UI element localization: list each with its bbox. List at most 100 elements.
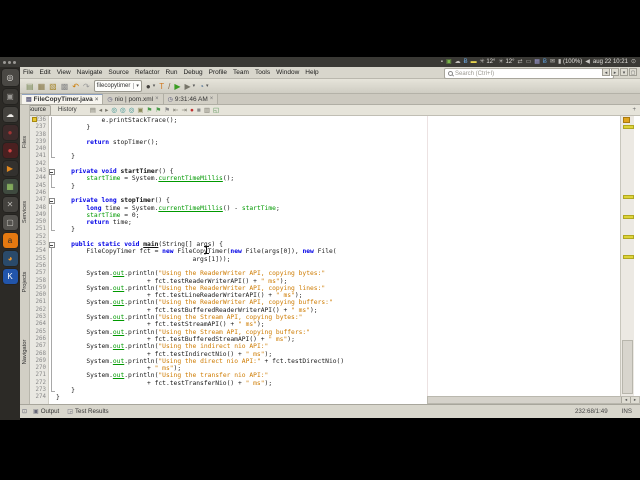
code-line-243[interactable]: 243 private void startTimer() { [30,168,590,176]
code-line-269[interactable]: 269 System.out.println("Using the direct… [30,357,590,366]
toggle-highlight-search-button[interactable]: ▣ [137,106,143,115]
indicator-status-yellow[interactable]: ▬ [471,57,477,67]
indicator-app[interactable]: ▪ [441,57,443,67]
find-next-occurrence-button[interactable]: ◎ [129,106,135,115]
window-tab-test-results[interactable]: ◲ Test Results [63,408,112,415]
launcher-icon-system-tools[interactable]: ✕ [2,197,18,212]
code-line-252[interactable]: 252 [30,233,590,242]
window-tab-output[interactable]: ▣ Output [29,408,63,415]
launcher-icon-archive-app[interactable]: ▢ [2,215,18,230]
stop-macro-recording-button[interactable]: ■ [197,106,201,115]
find-selection-button[interactable]: ◎ [111,106,117,115]
code-line-250[interactable]: 250 return time; [30,219,590,227]
code-line-257[interactable]: 257 System.out.println("Using the Reader… [30,270,590,278]
indicator-network[interactable]: ⇄ [518,57,523,67]
indicator-mail[interactable]: ✉ [550,57,555,67]
shift-line-left-button[interactable]: ⇤ [173,106,178,115]
indicator-sensor-fan[interactable]: ✳ 12° [480,57,496,67]
launcher-icon-firefox[interactable]: ◕ [2,251,18,266]
scroll-right-button[interactable]: ▸ [630,397,639,403]
project-combobox[interactable]: filecopytimer ▾ [93,80,142,92]
new-project-button[interactable]: ▦ [38,80,46,93]
close-tab-icon[interactable]: × [95,97,99,103]
scroll-tabs-left-button[interactable]: ◂ [602,68,610,76]
launcher-icon-k-app[interactable]: K [2,269,18,284]
debug-project-button[interactable]: ▶ [185,80,191,93]
code-line-255[interactable]: 255 args[1])); [30,255,590,264]
menu-tools[interactable]: Tools [252,69,273,76]
profile-project-button[interactable]: ◔ [199,80,204,93]
code-line-265[interactable]: 265 System.out.println("Using the Stream… [30,328,590,337]
find-previous-occurrence-button[interactable]: ◎ [120,106,126,115]
code-line-259[interactable]: 259 System.out.println("Using the Reader… [30,284,590,293]
code-editor[interactable]: 236 e.printStackTrace(); 237 } 238 239 retu… [30,116,640,404]
launcher-icon-calculator[interactable]: ▦ [2,179,18,194]
comment-button[interactable]: ▥ [204,106,210,115]
tab-history-snapshot[interactable]: ◷ 9:31:46 AM × [163,94,219,104]
code-fold-toggle-icon[interactable] [48,241,56,249]
scroll-left-button[interactable]: ◂ [621,397,630,403]
error-stripe[interactable] [620,116,634,396]
warning-stripe-mark[interactable] [623,235,634,239]
window-control-dots[interactable] [3,60,16,64]
panels-icon[interactable]: ⊡ [20,408,29,415]
tab-pom[interactable]: ◷ nio | pom.xml × [103,94,164,104]
code-line-270[interactable]: 270 + " ms"); [30,365,590,373]
profile-project-dropdown-icon[interactable]: ▾ [206,83,209,89]
redo-button[interactable]: ↷ [83,80,90,93]
run-project-button[interactable]: ▶ [174,80,180,93]
code-line-240[interactable]: 240 [30,146,590,154]
last-edit-location-button[interactable]: ▤ [90,106,96,115]
code-line-263[interactable]: 263 System.out.println("Using the Stream… [30,314,590,322]
launcher-icon-red-app[interactable]: ● [2,143,18,158]
clean-and-build-dropdown-icon[interactable]: ▾ [153,83,156,89]
debug-project-dropdown-icon[interactable]: ▾ [193,83,196,89]
code-line-268[interactable]: 268 + fct.testIndirectNio() + " ms"); [30,350,590,359]
warning-stripe-mark[interactable] [623,125,634,129]
shift-line-right-button[interactable]: ⇥ [181,106,186,115]
clean-and-build-button[interactable]: ● [146,80,151,93]
menu-run[interactable]: Run [163,69,181,76]
indicator-volume[interactable]: ◀ [585,57,590,67]
code-line-253[interactable]: 253 public static void main(String[] arg… [30,241,590,249]
history-view-button[interactable]: History [53,105,82,116]
code-fold-toggle-icon[interactable] [48,168,56,176]
code-line-271[interactable]: 271 System.out.println("Using the transf… [30,372,590,380]
warning-stripe-mark[interactable] [623,255,634,259]
back-button[interactable]: ◂ [99,106,102,115]
window-tab-files[interactable]: Files [20,111,29,175]
code-line-238[interactable]: 238 [30,131,590,140]
close-tab-icon[interactable]: × [155,96,159,102]
code-line-262[interactable]: 262 + fct.testBufferedReaderWriterAPI() … [30,306,590,315]
menu-source[interactable]: Source [105,69,132,76]
combo-dropdown-icon[interactable]: ▾ [133,83,139,89]
indicator-bluetooth-2[interactable]: Ƀ [543,57,547,67]
launcher-icon-screenshot-app[interactable]: ▣ [2,89,18,104]
editor-errors-icon[interactable]: + [632,107,636,113]
build-project-button[interactable]: T [159,80,164,93]
window-tab-navigator[interactable]: Navigator [20,321,29,385]
window-tab-services[interactable]: Services [20,181,29,245]
code-line-258[interactable]: 258 + fct.testReaderWriterAPI() + " ms")… [30,277,590,286]
indicator-bluetooth[interactable]: Ƀ [464,57,468,67]
code-line-261[interactable]: 261 System.out.println("Using the Reader… [30,299,590,308]
menu-edit[interactable]: Edit [36,69,53,76]
launcher-icon-amazon[interactable]: a [2,233,18,248]
undo-button[interactable]: ↶ [72,80,79,93]
warning-stripe-mark[interactable] [623,215,634,219]
code-line-264[interactable]: 264 + fct.testStreamAPI() + " ms"); [30,321,590,329]
tab-filecopytimer[interactable]: ▤ FileCopyTimer.java × [22,94,104,104]
launcher-icon-media-app-dark[interactable]: ● [2,125,18,140]
launcher-icon-cloud-app[interactable]: ☁ [2,107,18,122]
launcher-icon-dash-home[interactable]: ◎ [1,69,19,86]
toggle-bookmark-button[interactable]: ⚑ [164,106,170,115]
code-line-254[interactable]: 254 FileCopyTimer fct = new FileCopyTime… [30,248,590,256]
code-line-244[interactable]: 244 startTime = System.currentTimeMillis… [30,175,590,183]
menu-view[interactable]: View [54,69,74,76]
code-line-273[interactable]: 273 } [30,386,590,395]
menu-refactor[interactable]: Refactor [132,69,163,76]
menu-debug[interactable]: Debug [180,69,205,76]
save-all-button[interactable]: ▩ [61,80,69,93]
code-line-239[interactable]: 239 return stopTimer(); [30,138,590,147]
maximize-editor-button[interactable]: ▢ [629,68,637,76]
